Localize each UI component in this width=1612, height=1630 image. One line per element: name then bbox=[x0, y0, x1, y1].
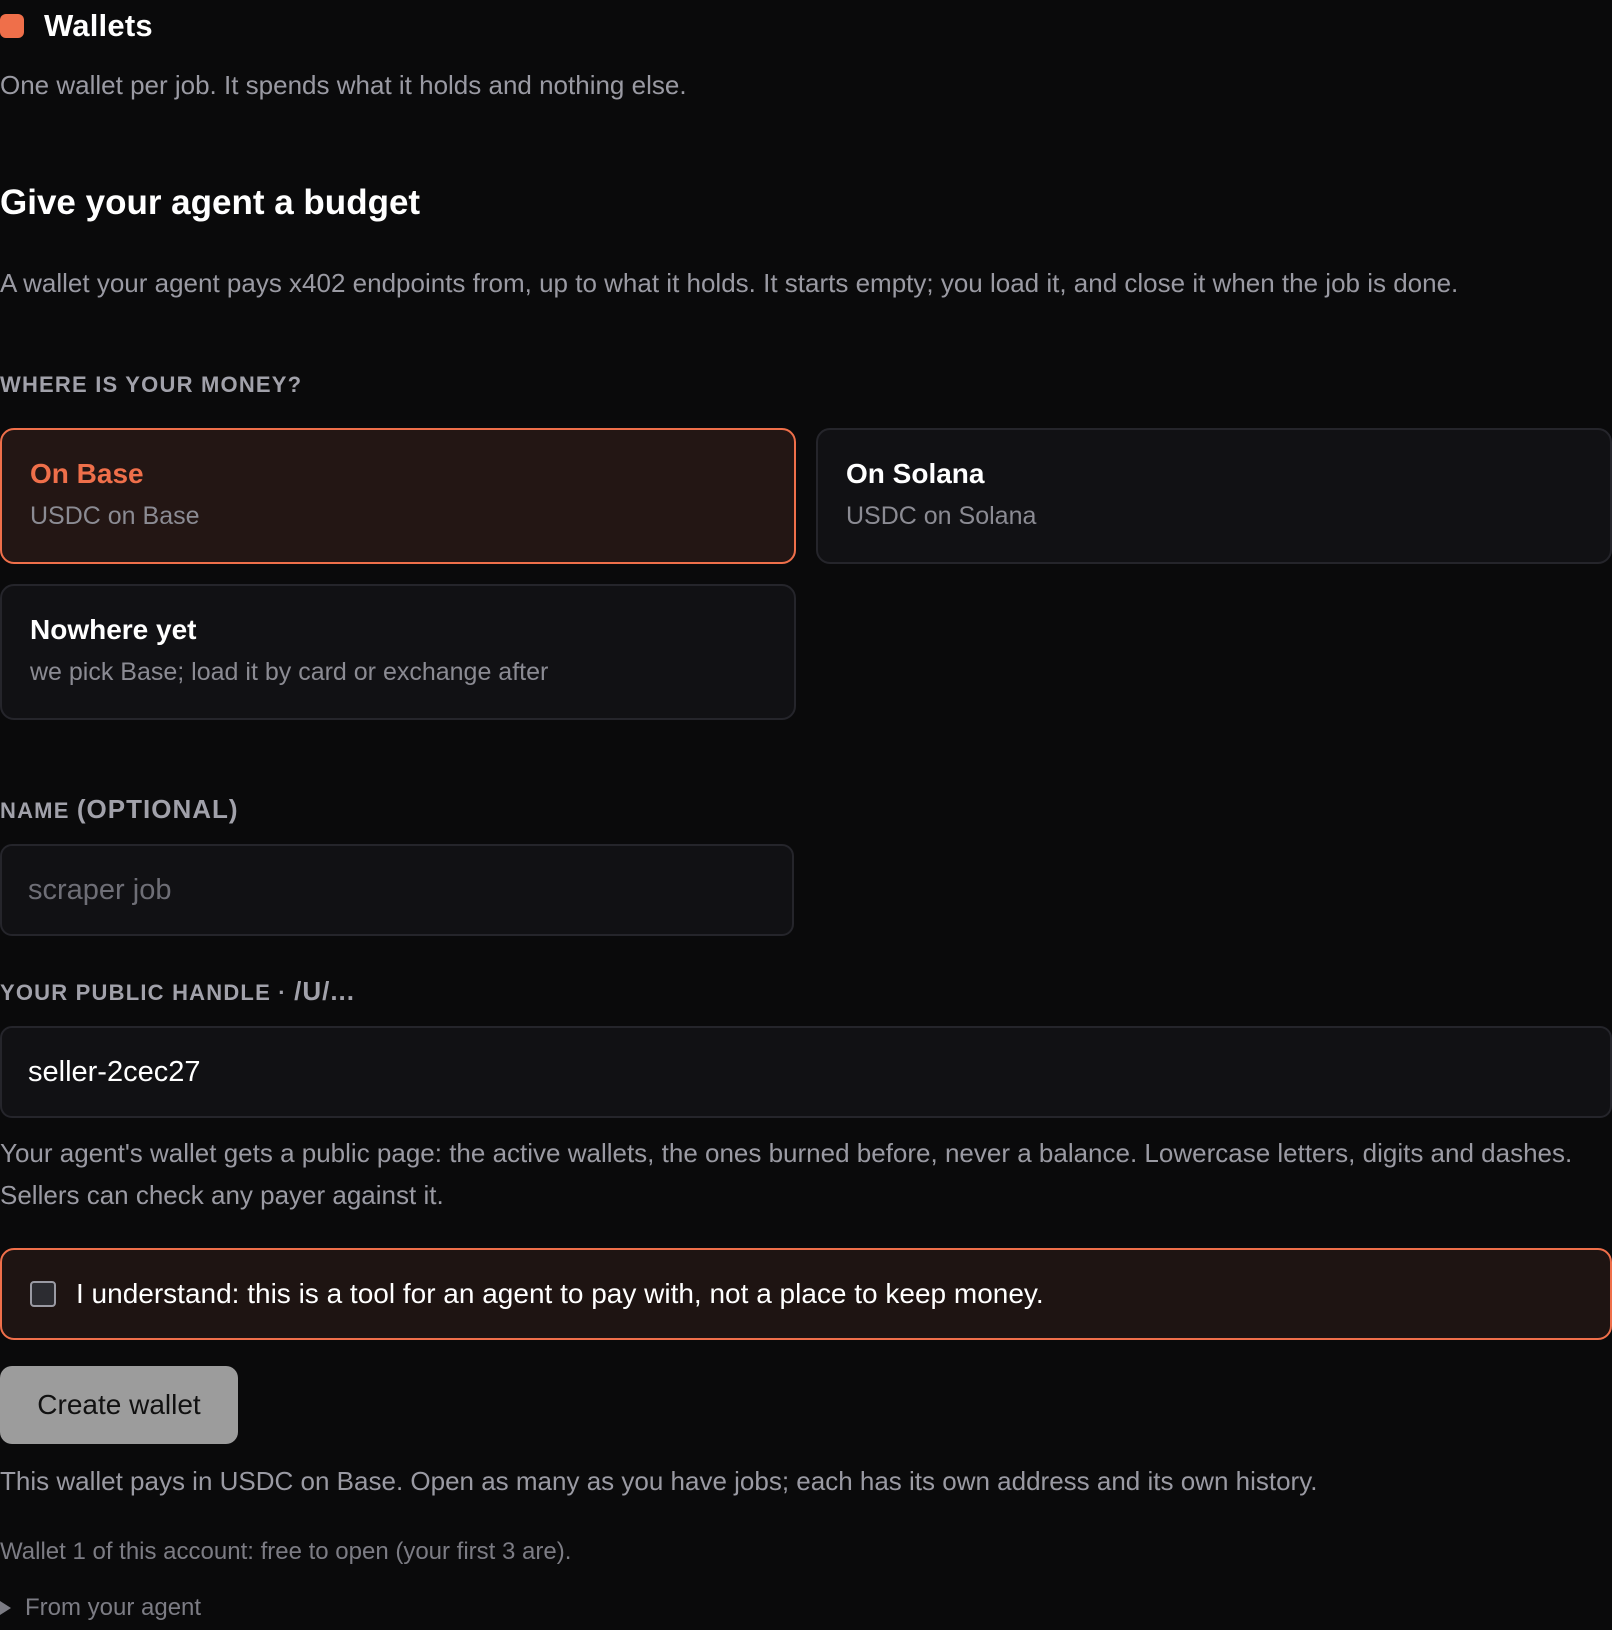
wallets-page: Wallets One wallet per job. It spends wh… bbox=[0, 0, 1612, 1630]
section-title: Give your agent a budget bbox=[0, 183, 421, 222]
handle-label-main: YOUR PUBLIC HANDLE · bbox=[0, 980, 295, 1005]
page-tagline: One wallet per job. It spends what it ho… bbox=[0, 70, 687, 100]
wallet-count-note: Wallet 1 of this account: free to open (… bbox=[0, 1538, 572, 1565]
acknowledgement-row[interactable]: I understand: this is a tool for an agen… bbox=[0, 1248, 1612, 1340]
brand-square-icon bbox=[0, 14, 24, 38]
option-on-base[interactable]: On Base USDC on Base bbox=[0, 428, 796, 564]
create-wallet-button[interactable]: Create wallet bbox=[0, 1366, 238, 1444]
acknowledge-checkbox[interactable] bbox=[30, 1281, 56, 1307]
option-subtitle: we pick Base; load it by card or exchang… bbox=[30, 658, 549, 686]
section-description: A wallet your agent pays x402 endpoints … bbox=[0, 268, 1459, 298]
page-title: Wallets bbox=[44, 8, 153, 43]
handle-field-label: YOUR PUBLIC HANDLE · /U/... bbox=[0, 976, 355, 1007]
name-field-label: NAME (OPTIONAL) bbox=[0, 794, 239, 825]
option-title: Nowhere yet bbox=[30, 614, 197, 645]
page-header: Wallets bbox=[0, 8, 153, 44]
wallet-info-text: This wallet pays in USDC on Base. Open a… bbox=[0, 1466, 1318, 1496]
option-nowhere-yet[interactable]: Nowhere yet we pick Base; load it by car… bbox=[0, 584, 796, 720]
name-label-main: NAME bbox=[0, 798, 77, 823]
public-handle-input[interactable] bbox=[0, 1026, 1612, 1118]
name-label-suffix: (OPTIONAL) bbox=[76, 794, 239, 824]
option-subtitle: USDC on Solana bbox=[846, 502, 1037, 530]
name-input[interactable] bbox=[0, 844, 794, 936]
option-on-solana[interactable]: On Solana USDC on Solana bbox=[816, 428, 1612, 564]
option-title: On Base bbox=[30, 458, 144, 489]
disclosure-label: From your agent bbox=[25, 1594, 202, 1621]
option-title: On Solana bbox=[846, 458, 985, 489]
disclosure-triangle-icon bbox=[0, 1601, 11, 1615]
from-your-agent-toggle[interactable]: From your agent bbox=[0, 1594, 201, 1622]
money-location-label: WHERE IS YOUR MONEY? bbox=[0, 372, 303, 397]
handle-label-suffix: /U/... bbox=[294, 976, 355, 1006]
acknowledge-text: I understand: this is a tool for an agen… bbox=[76, 1278, 1044, 1309]
option-subtitle: USDC on Base bbox=[30, 502, 200, 530]
handle-help-text: Your agent's wallet gets a public page: … bbox=[0, 1138, 1573, 1210]
